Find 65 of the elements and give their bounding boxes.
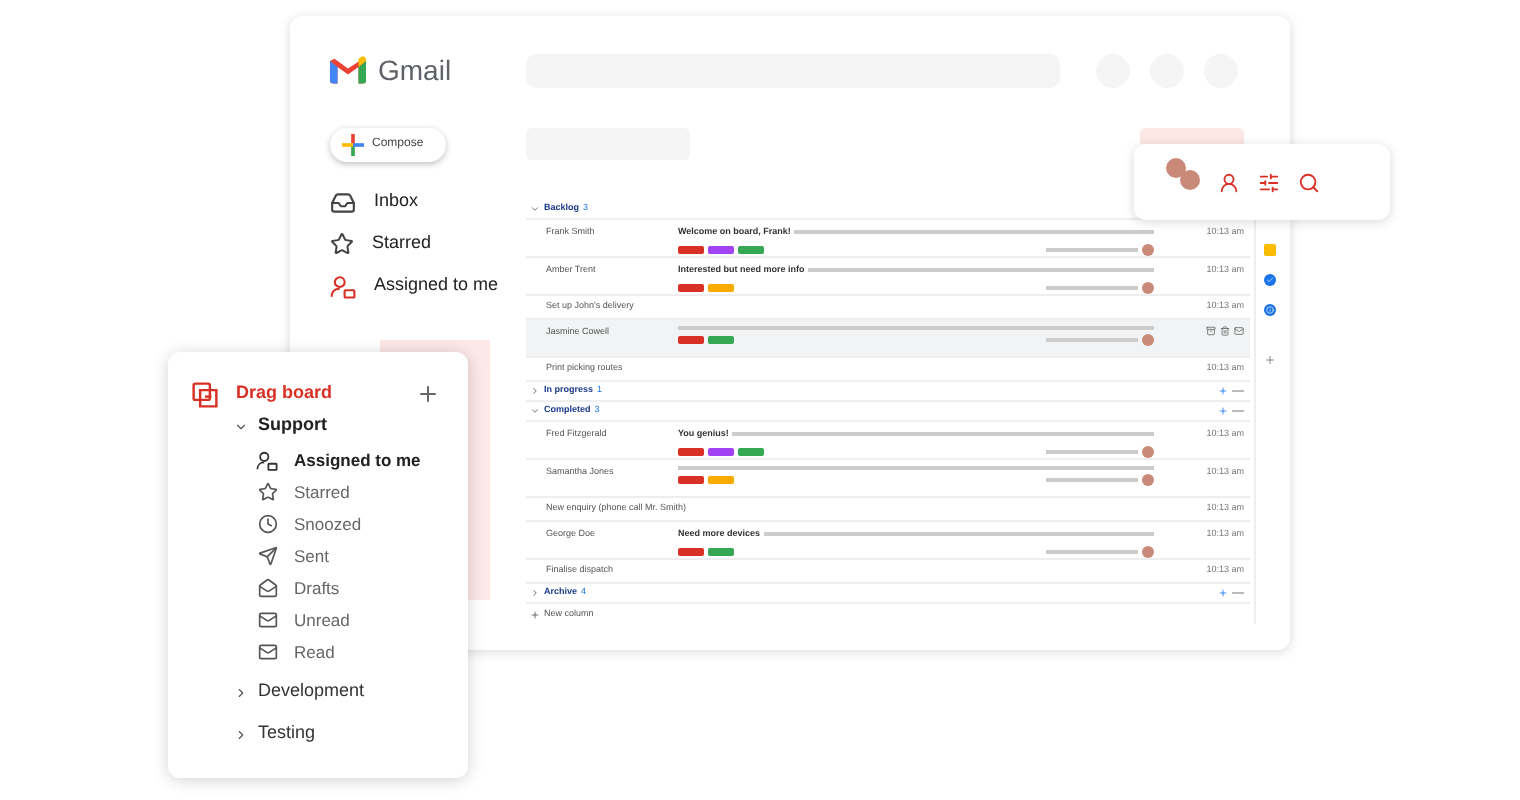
chevron-down-icon	[530, 204, 540, 214]
chevron-right-icon	[530, 588, 540, 598]
envelope-icon	[257, 642, 277, 662]
avatar	[1142, 243, 1154, 256]
label-item[interactable]: Read	[192, 636, 440, 668]
meta-line	[1046, 285, 1138, 290]
plus-icon[interactable]	[416, 382, 440, 406]
gmail-logo-icon	[330, 56, 366, 84]
star-icon	[257, 482, 277, 502]
filter-icon[interactable]	[1258, 171, 1280, 193]
label-item[interactable]: Snoozed	[192, 508, 440, 540]
chevron-down-icon	[530, 406, 540, 416]
label-item[interactable]: Unread	[192, 604, 440, 636]
avatar	[1142, 445, 1154, 458]
plus-icon	[530, 609, 540, 619]
more-line	[1232, 410, 1244, 412]
open-envelope-icon	[257, 578, 277, 598]
folder-item[interactable]: Development	[192, 674, 440, 710]
label-item[interactable]: Sent	[192, 540, 440, 572]
label-item[interactable]: Drafts	[192, 572, 440, 604]
plus-icon	[342, 134, 364, 156]
drag-board-title: Drag board	[236, 380, 333, 407]
send-icon	[257, 546, 277, 566]
mail-icon[interactable]	[1234, 326, 1244, 336]
avatar	[1142, 334, 1154, 346]
person-assign-icon	[330, 273, 356, 299]
plus-icon[interactable]	[1218, 588, 1228, 598]
chevron-right-icon	[234, 727, 248, 741]
nav-item[interactable]: Inbox	[330, 186, 526, 218]
meta-line	[1046, 338, 1138, 342]
folder-item[interactable]: Testing	[192, 716, 440, 752]
inbox-icon	[330, 189, 356, 215]
tab-placeholder	[1140, 128, 1244, 144]
meta-line	[1046, 549, 1138, 554]
plus-icon[interactable]	[1218, 386, 1228, 396]
person-assign-icon	[256, 449, 278, 471]
avatar	[1142, 281, 1154, 294]
more-line	[1232, 592, 1244, 594]
plus-icon[interactable]	[1264, 354, 1276, 366]
label-item[interactable]: Starred	[192, 476, 440, 508]
chevron-down-icon	[234, 419, 248, 433]
person-icon[interactable]	[1218, 171, 1240, 193]
clock-icon	[257, 514, 277, 534]
avatar	[1142, 474, 1154, 486]
chevron-right-icon	[234, 685, 248, 699]
envelope-icon	[257, 610, 277, 630]
plus-icon[interactable]	[1218, 406, 1228, 416]
nav-item[interactable]: Starred	[330, 228, 526, 260]
avatar	[1142, 545, 1154, 558]
folder-item[interactable]: Support	[192, 408, 440, 444]
meta-line	[1046, 449, 1138, 454]
chevron-right-icon	[530, 386, 540, 396]
check-icon[interactable]	[1264, 274, 1276, 286]
more-line	[1232, 390, 1244, 392]
archive-icon[interactable]	[1206, 326, 1216, 336]
nav-item[interactable]: Assigned to me	[330, 270, 526, 302]
meta-line	[1046, 478, 1138, 482]
star-icon	[330, 232, 354, 256]
info-icon[interactable]	[1264, 304, 1276, 316]
app-name: Gmail	[378, 51, 452, 89]
label-item[interactable]: Assigned to me	[192, 444, 440, 476]
board-icon	[192, 381, 218, 407]
search-icon[interactable]	[1298, 171, 1320, 193]
trash-icon[interactable]	[1220, 326, 1230, 336]
meta-line	[1046, 247, 1138, 252]
